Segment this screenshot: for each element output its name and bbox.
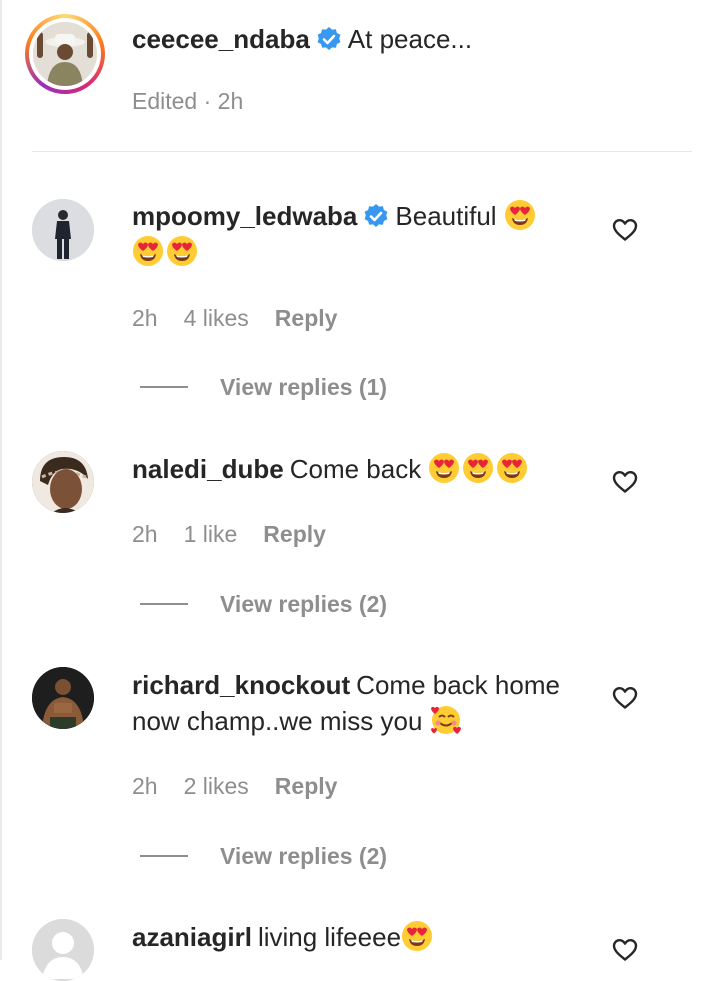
post-author-avatar-story-ring[interactable] (25, 14, 105, 94)
heart-outline-icon[interactable] (612, 218, 638, 242)
comment-username[interactable]: richard_knockout (132, 670, 350, 700)
comment-username[interactable]: naledi_dube (132, 454, 284, 484)
post-author-username[interactable]: ceecee_ndaba (132, 24, 310, 54)
comment-meta: 2h 2 likes Reply (132, 771, 363, 801)
comment-text: living lifeeee (257, 922, 402, 952)
comment-meta: 2h 4 likes Reply (132, 303, 363, 333)
heart-eyes-emoji-icon (496, 452, 528, 484)
comment-text: Come back (289, 454, 422, 484)
comment-likes[interactable]: 1 like (184, 521, 238, 547)
comment-body: azaniagirl living lifeeee (132, 919, 592, 955)
post-caption: ceecee_ndaba At peace... (132, 21, 592, 57)
comment-likes[interactable]: 4 likes (184, 305, 249, 331)
comment-likes[interactable]: 2 likes (184, 773, 249, 799)
view-replies-line (140, 603, 188, 605)
comment-time: 2h (132, 773, 158, 799)
post-edited-time: Edited · 2h (132, 88, 244, 114)
heart-eyes-emoji-icon (166, 235, 198, 267)
comment-time: 2h (132, 521, 158, 547)
heart-eyes-emoji-icon (462, 452, 494, 484)
reply-button[interactable]: Reply (275, 773, 338, 799)
heart-eyes-emoji-icon (401, 920, 433, 952)
divider (32, 151, 692, 152)
commenter-avatar[interactable] (32, 667, 94, 729)
commenter-avatar[interactable] (32, 199, 94, 261)
view-replies-button[interactable]: View replies (1) (220, 372, 387, 402)
view-replies-button[interactable]: View replies (2) (220, 589, 387, 619)
comment-body: richard_knockout Come back home now champ… (132, 667, 592, 739)
comment-username[interactable]: azaniagirl (132, 922, 252, 952)
view-replies-button[interactable]: View replies (2) (220, 841, 387, 871)
view-replies-line (140, 855, 188, 857)
verified-badge-icon (363, 203, 389, 229)
comment-username[interactable]: mpoomy_ledwaba (132, 201, 357, 231)
comment-text-continued: now champ..we miss you (132, 706, 423, 736)
comment-meta: 2h 1 like Reply (132, 519, 352, 549)
commenter-avatar-default[interactable] (32, 919, 94, 981)
heart-outline-icon[interactable] (612, 470, 638, 494)
heart-eyes-emoji-icon (132, 235, 164, 267)
heart-outline-icon[interactable] (612, 686, 638, 710)
commenter-avatar[interactable] (32, 451, 94, 513)
reply-button[interactable]: Reply (275, 305, 338, 331)
comment-text: Beautiful (395, 201, 497, 231)
left-edge-border (0, 0, 2, 960)
comment-time: 2h (132, 305, 158, 331)
heart-eyes-emoji-icon (504, 199, 536, 231)
reply-button[interactable]: Reply (263, 521, 326, 547)
verified-badge-icon (316, 26, 342, 52)
comment-body: naledi_dube Come back (132, 451, 592, 487)
comment-body: mpoomy_ledwaba Beautiful (132, 198, 592, 270)
heart-eyes-emoji-icon (428, 452, 460, 484)
comment-text: Come back home (356, 670, 560, 700)
post-caption-text: At peace... (347, 24, 473, 54)
heart-outline-icon[interactable] (612, 938, 638, 962)
post-author-avatar (33, 22, 97, 86)
smiling-face-with-hearts-emoji-icon (430, 704, 462, 736)
view-replies-line (140, 386, 188, 388)
post-meta: Edited · 2h (132, 86, 269, 116)
